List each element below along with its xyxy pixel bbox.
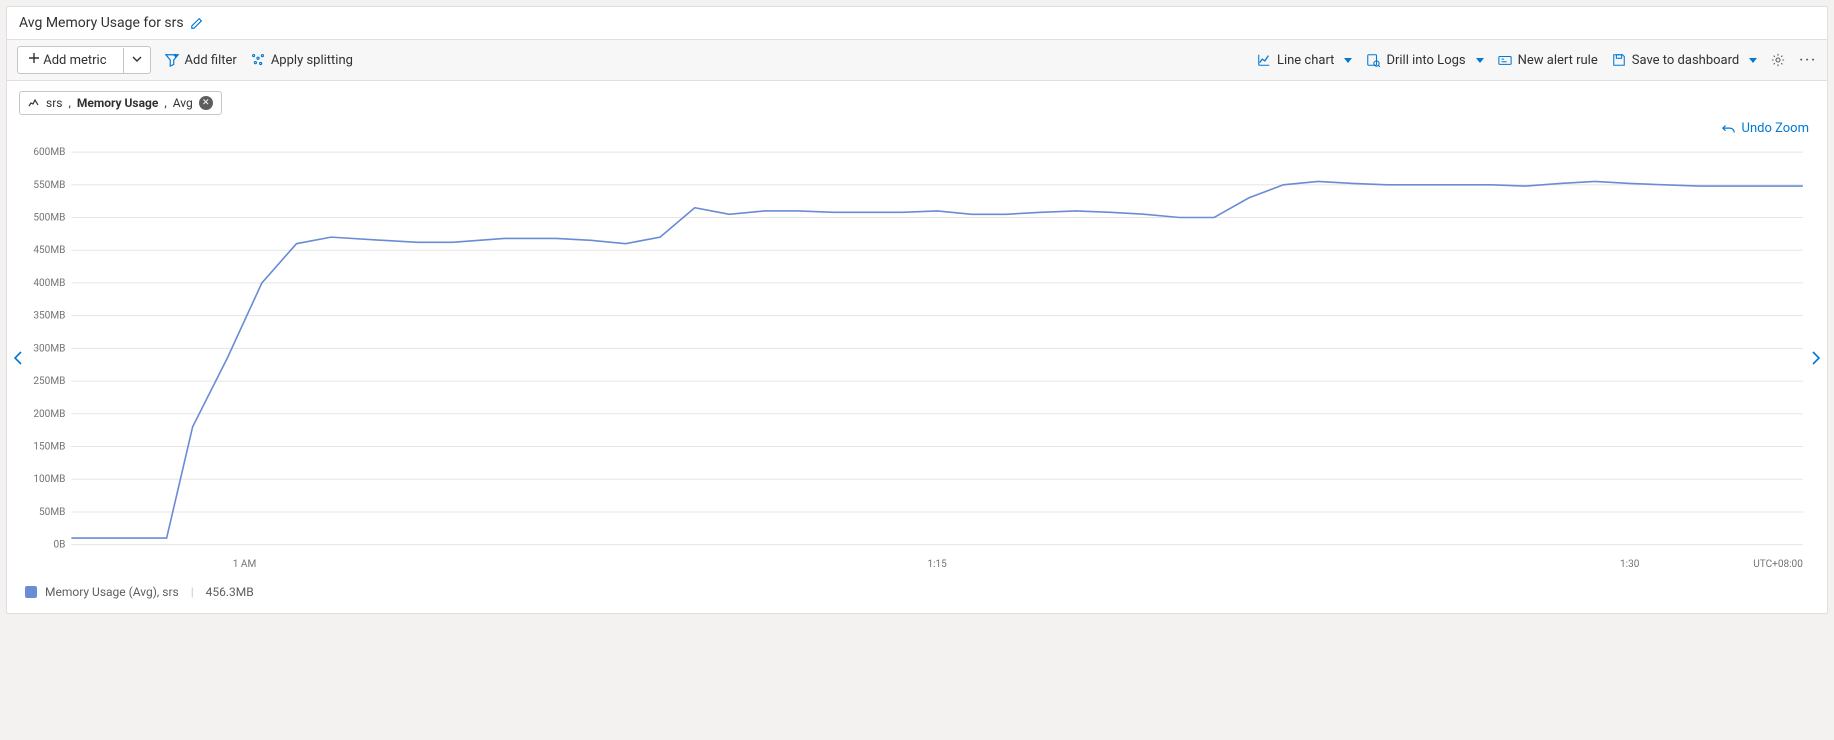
svg-text:UTC+08:00: UTC+08:00 — [1753, 559, 1803, 570]
new-alert-button[interactable]: New alert rule — [1498, 53, 1598, 68]
legend-label: Memory Usage (Avg), srs — [45, 585, 179, 599]
chip-metric: Memory Usage — [77, 96, 159, 110]
more-button[interactable]: ··· — [1799, 53, 1817, 68]
add-filter-label: Add filter — [185, 53, 237, 68]
undo-zoom-label: Undo Zoom — [1742, 121, 1809, 136]
undo-icon — [1722, 122, 1736, 136]
svg-text:1 AM: 1 AM — [233, 559, 256, 570]
time-nav-left[interactable] — [9, 344, 27, 372]
title-row: Avg Memory Usage for srs — [7, 7, 1827, 39]
svg-text:500MB: 500MB — [33, 213, 65, 224]
svg-text:350MB: 350MB — [33, 311, 65, 322]
chart-area: 0B 50MB 100MB 150MB 200MB 250MB 300MB 350MB 400M… — [7, 142, 1827, 575]
svg-text:600MB: 600MB — [33, 147, 65, 158]
add-metric-button[interactable]: Add metric — [17, 46, 151, 74]
metrics-chart[interactable]: 0B 50MB 100MB 150MB 200MB 250MB 300MB 350MB 400M… — [11, 142, 1823, 575]
svg-text:200MB: 200MB — [33, 409, 65, 420]
logs-icon — [1366, 53, 1380, 67]
apply-splitting-label: Apply splitting — [271, 53, 353, 68]
add-metric-label: Add metric — [43, 53, 106, 68]
split-icon — [251, 53, 265, 67]
add-metric-chevron[interactable] — [123, 48, 150, 73]
metric-chip[interactable]: srs, Memory Usage, Avg — [19, 91, 222, 115]
settings-button[interactable] — [1771, 53, 1785, 67]
chart-type-dropdown[interactable]: Line chart — [1257, 53, 1352, 68]
alert-icon — [1498, 53, 1512, 67]
chart-type-label: Line chart — [1277, 53, 1334, 68]
svg-text:300MB: 300MB — [33, 343, 65, 354]
chip-row: srs, Memory Usage, Avg — [7, 81, 1827, 115]
svg-text:450MB: 450MB — [33, 245, 65, 256]
panel-title: Avg Memory Usage for srs — [19, 15, 184, 31]
metric-chip-icon — [28, 97, 40, 109]
drill-logs-label: Drill into Logs — [1386, 53, 1465, 68]
legend-swatch — [25, 586, 37, 598]
undo-zoom-button[interactable]: Undo Zoom — [1722, 121, 1809, 136]
chip-resource: srs — [46, 96, 62, 110]
gear-icon — [1771, 53, 1785, 67]
apply-splitting-button[interactable]: Apply splitting — [251, 53, 353, 68]
filter-icon — [165, 53, 179, 67]
svg-text:150MB: 150MB — [33, 442, 65, 453]
svg-text:1:15: 1:15 — [927, 559, 947, 570]
edit-icon[interactable] — [190, 16, 204, 30]
legend-value: 456.3MB — [206, 585, 254, 599]
save-dashboard-dropdown[interactable]: Save to dashboard — [1612, 53, 1757, 68]
new-alert-label: New alert rule — [1518, 53, 1598, 68]
drill-logs-dropdown[interactable]: Drill into Logs — [1366, 53, 1483, 68]
chip-remove-icon[interactable] — [199, 96, 213, 110]
time-nav-right[interactable] — [1807, 344, 1825, 372]
add-filter-button[interactable]: Add filter — [165, 53, 237, 68]
svg-text:0B: 0B — [53, 540, 65, 551]
save-dashboard-label: Save to dashboard — [1632, 53, 1739, 68]
svg-text:550MB: 550MB — [33, 180, 65, 191]
plus-icon — [28, 52, 40, 64]
svg-text:50MB: 50MB — [39, 507, 65, 518]
save-icon — [1612, 53, 1626, 67]
svg-text:400MB: 400MB — [33, 278, 65, 289]
svg-text:250MB: 250MB — [33, 376, 65, 387]
chip-agg: Avg — [173, 96, 193, 110]
svg-text:1:30: 1:30 — [1620, 559, 1640, 570]
metric-toolbar: Add metric Add filter Apply splitting — [7, 39, 1827, 81]
legend: Memory Usage (Avg), srs | 456.3MB — [7, 575, 1827, 613]
line-chart-icon — [1257, 53, 1271, 67]
svg-text:100MB: 100MB — [33, 474, 65, 485]
metrics-panel: Avg Memory Usage for srs Add metric — [6, 6, 1828, 614]
